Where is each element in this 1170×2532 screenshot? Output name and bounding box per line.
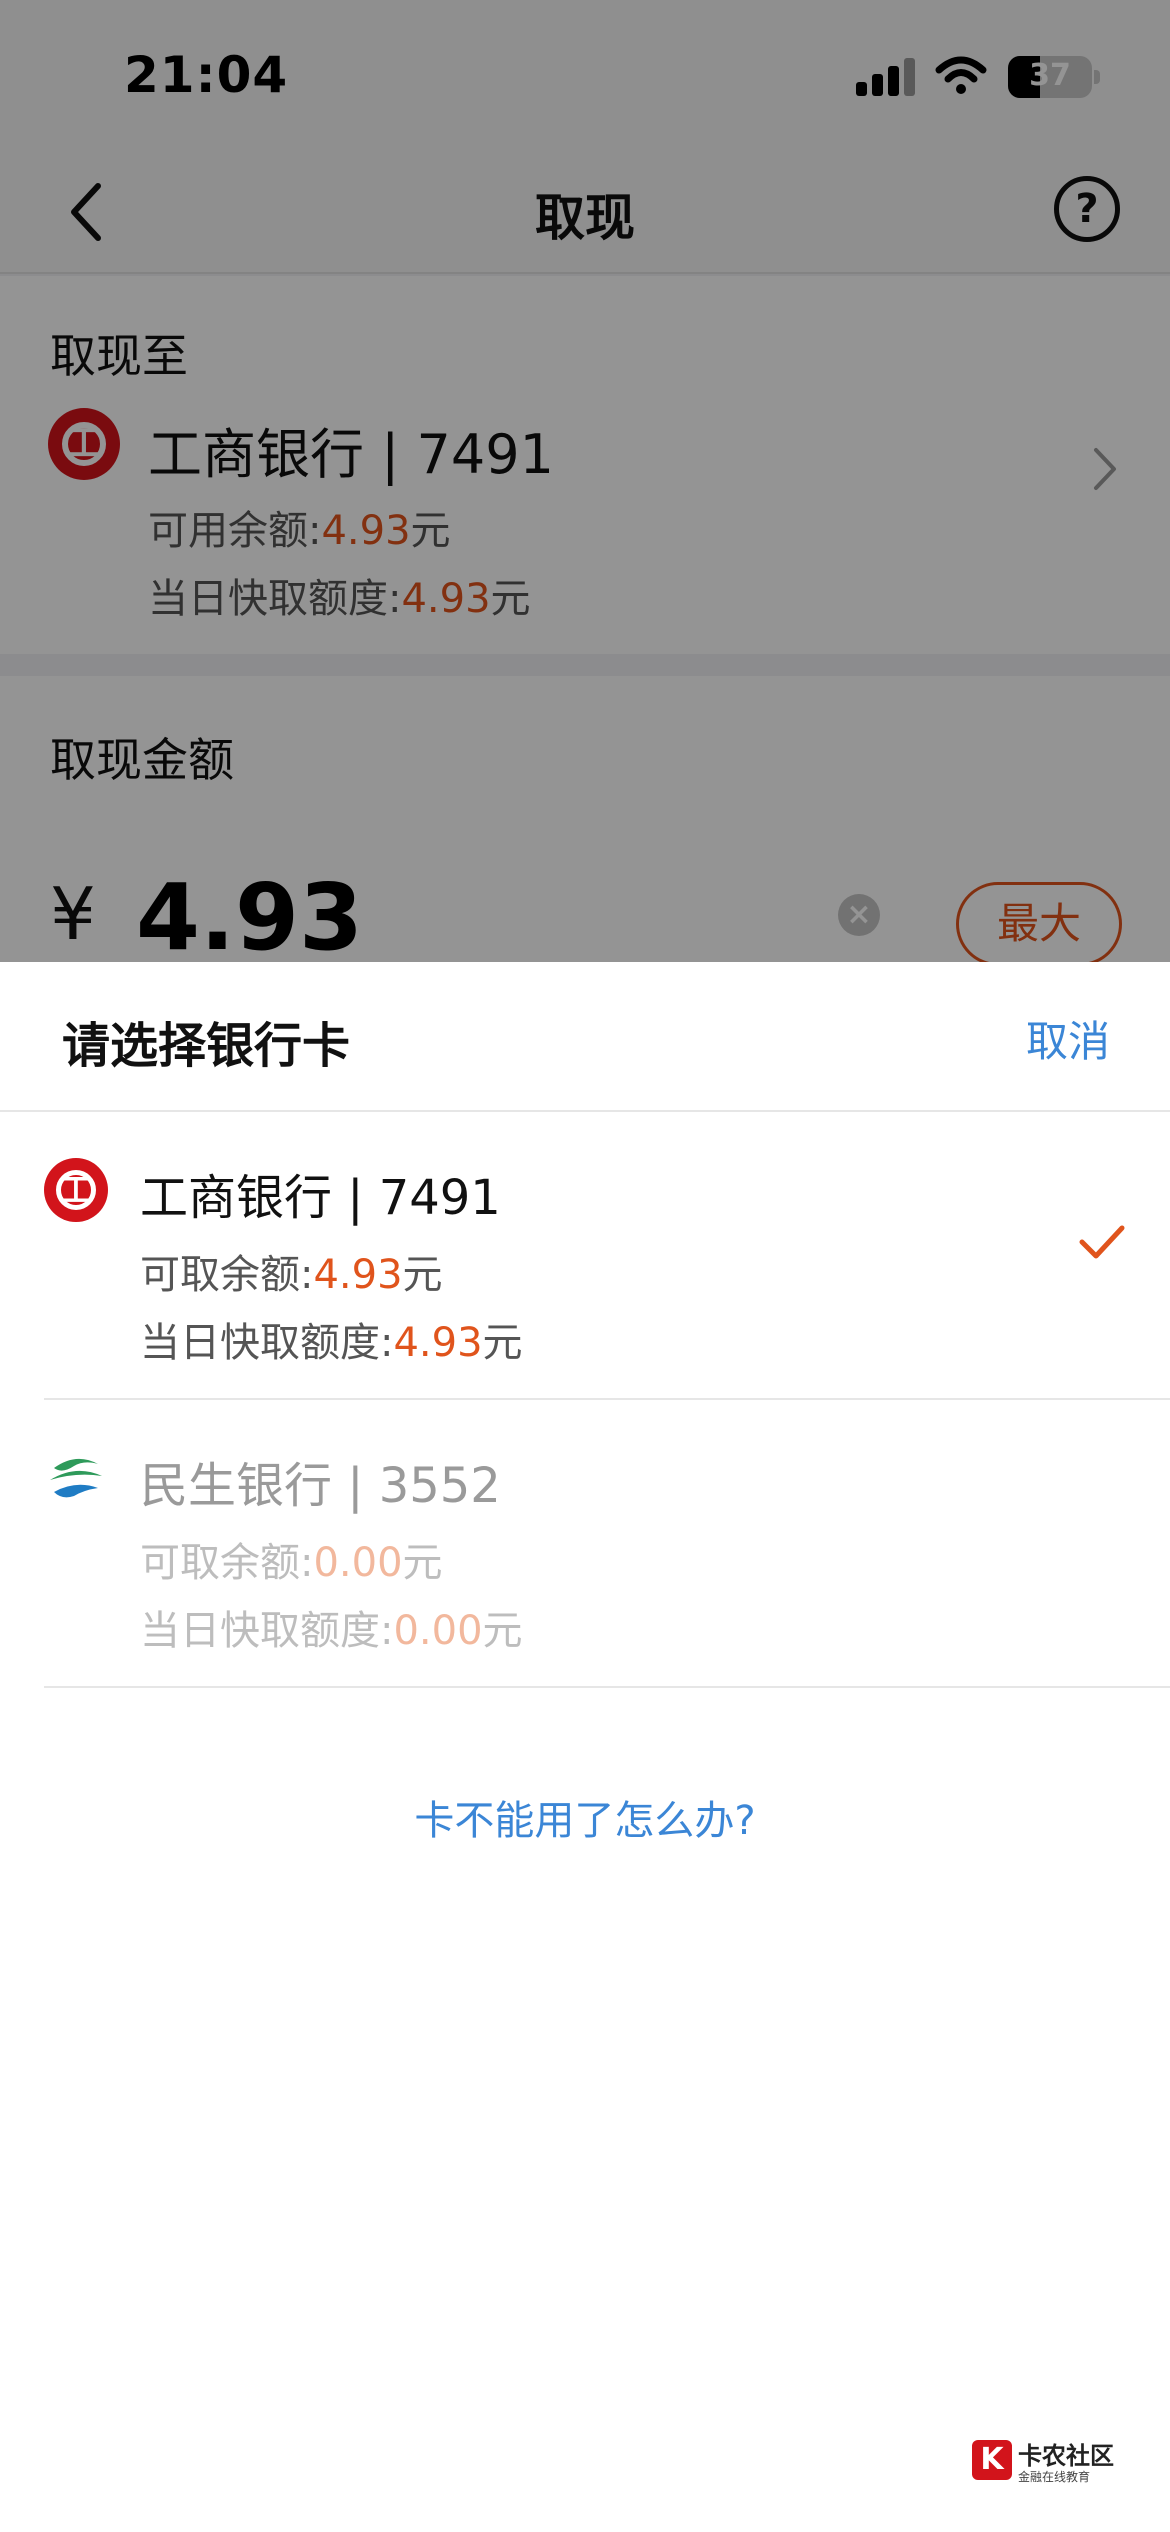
icbc-logo-icon: 工	[44, 1158, 108, 1222]
cancel-button[interactable]: 取消	[1026, 1008, 1110, 1069]
watermark-title: 卡农社区	[1018, 2442, 1114, 2470]
quick-limit: 当日快取额度:0.00元	[140, 1608, 523, 1654]
sheet-header: 请选择银行卡 取消	[0, 962, 1170, 1112]
watermark: K 卡农社区 金融在线教育	[972, 2436, 1122, 2496]
bank-card-sheet: 请选择银行卡 取消 工 工商银行 | 7491 可取余额:4.93元 当日快取额…	[0, 962, 1170, 2532]
modal-backdrop[interactable]	[0, 0, 1170, 962]
quick-limit: 当日快取额度:4.93元	[140, 1320, 523, 1366]
cmbc-logo-icon	[50, 1458, 102, 1498]
sheet-title: 请选择银行卡	[62, 1018, 351, 1074]
bank-card-option-cmbc: 民生银行 | 3552 可取余额:0.00元 当日快取额度:0.00元	[44, 1402, 1170, 1688]
bank-card-option-icbc[interactable]: 工 工商银行 | 7491 可取余额:4.93元 当日快取额度:4.93元	[44, 1114, 1170, 1400]
checkmark-icon	[1079, 1225, 1125, 1259]
card-help-link[interactable]: 卡不能用了怎么办?	[0, 1788, 1170, 1846]
withdrawable-balance: 可取余额:0.00元	[140, 1540, 443, 1586]
withdraw-page: 21:04 37 取现 ? 取现至 工 工商银行 | 7491 可用余额:4.9…	[0, 0, 1170, 962]
bank-card-name: 工商银行 | 7491	[140, 1170, 501, 1226]
watermark-subtitle: 金融在线教育	[1018, 2470, 1091, 2484]
bank-card-name: 民生银行 | 3552	[140, 1458, 501, 1514]
withdrawable-balance: 可取余额:4.93元	[140, 1252, 443, 1298]
watermark-logo-icon: K	[972, 2440, 1012, 2480]
